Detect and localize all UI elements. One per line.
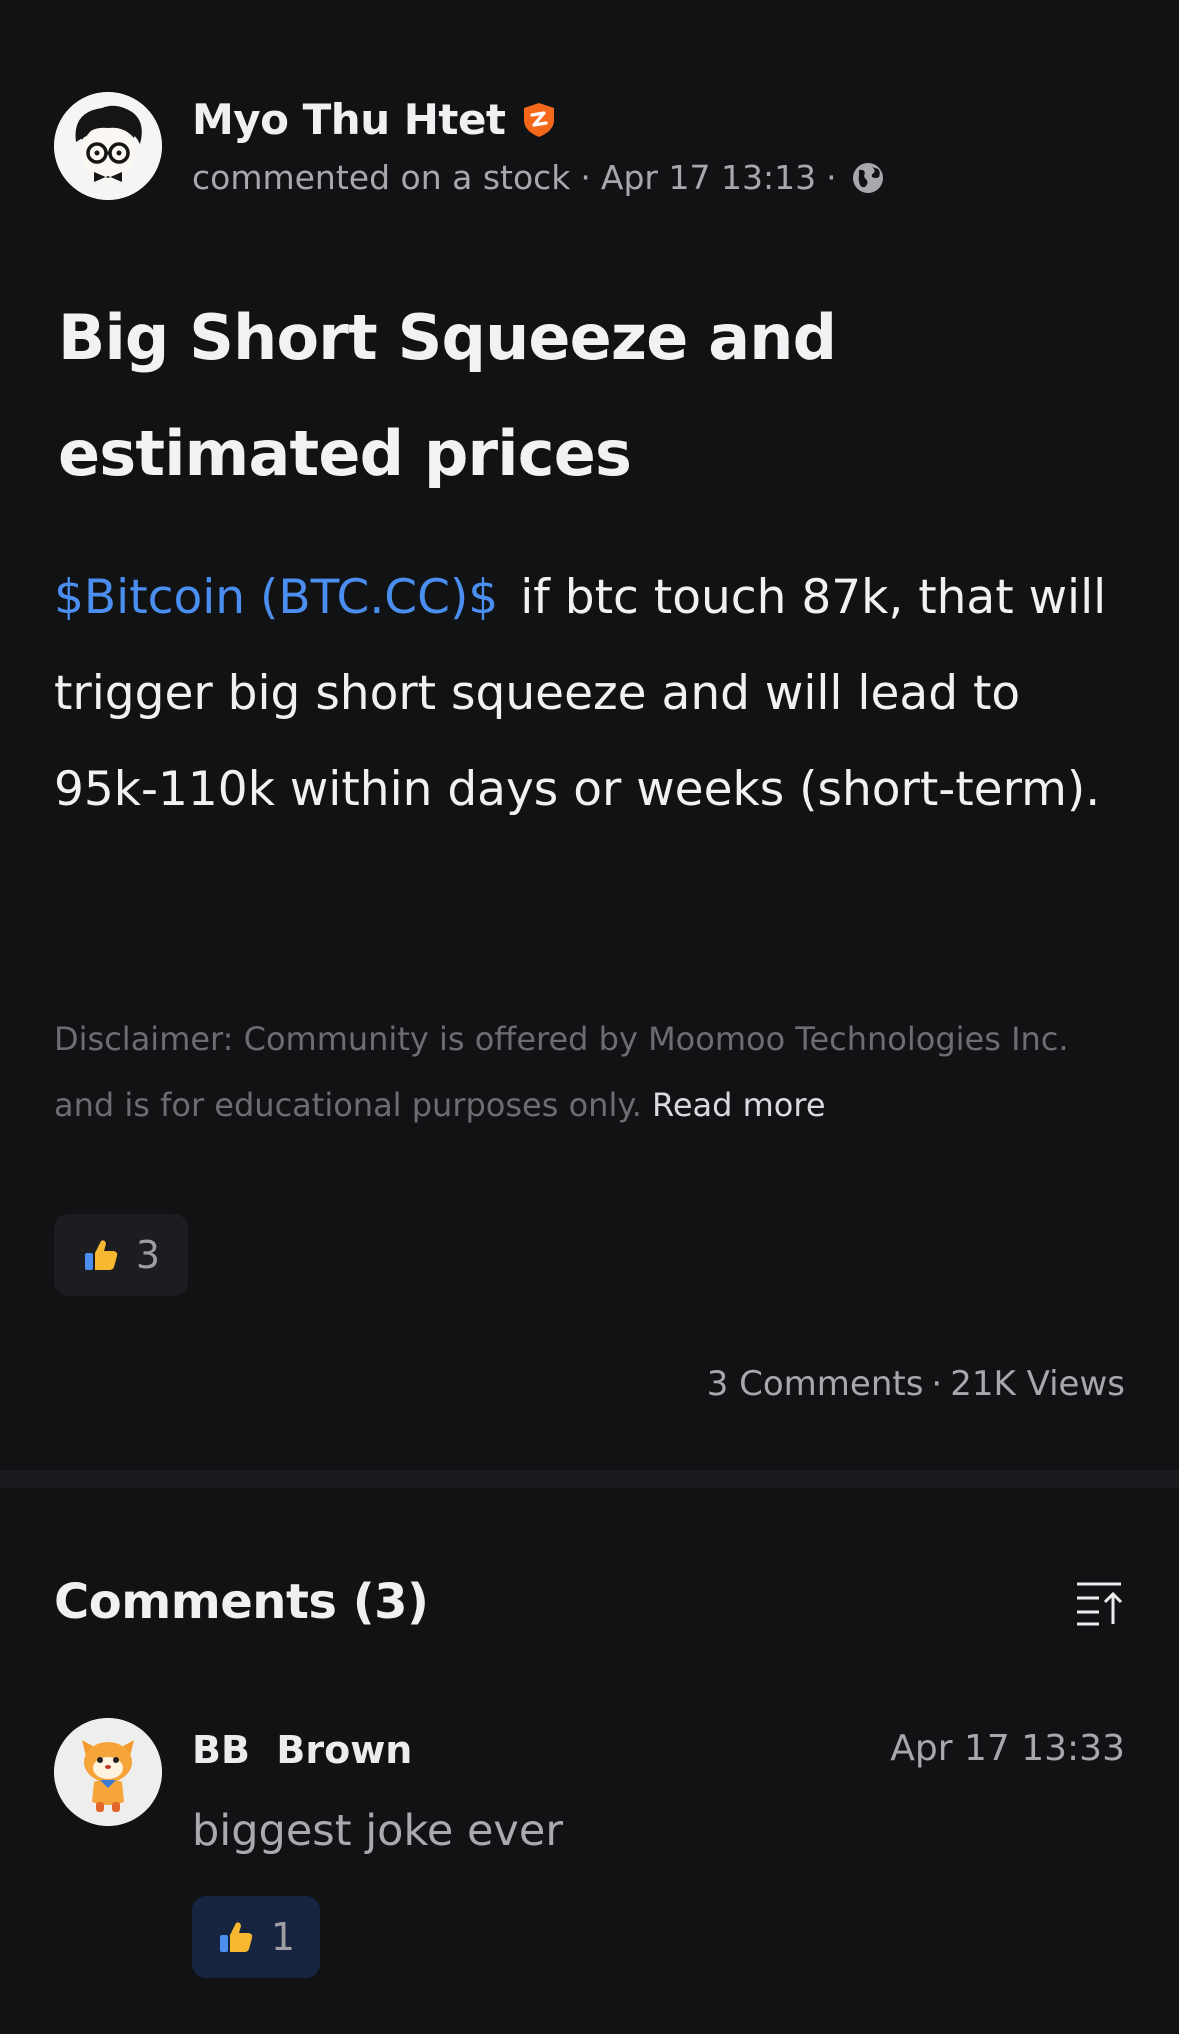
meta-separator: ·: [580, 158, 591, 197]
post-stats: 3 Comments · 21K Views: [707, 1364, 1125, 1404]
author-meta: Myo Thu Htet commented on a stock · Apr …: [192, 95, 885, 197]
sort-icon[interactable]: [1073, 1576, 1125, 1628]
comment-like-count: 1: [270, 1915, 296, 1959]
post-body: $Bitcoin (BTC.CC)$ if btc touch 87k, that…: [54, 550, 1134, 838]
globe-icon: [851, 161, 885, 195]
like-count: 3: [135, 1233, 161, 1277]
author-avatar[interactable]: [54, 92, 162, 200]
view-count: 21K Views: [950, 1364, 1125, 1404]
thumbs-up-icon: [82, 1236, 120, 1274]
comment-avatar[interactable]: [54, 1718, 162, 1826]
stats-separator: ·: [931, 1364, 943, 1404]
ticker-link[interactable]: $Bitcoin (BTC.CC)$: [54, 570, 498, 625]
meta-separator: ·: [826, 158, 837, 197]
post-meta: commented on a stock · Apr 17 13:13 ·: [192, 158, 885, 197]
comment-count[interactable]: 3 Comments: [707, 1364, 924, 1404]
cartoon-glasses-avatar-icon: [54, 92, 162, 200]
section-divider: [0, 1470, 1179, 1488]
comments-header: Comments (3): [54, 1574, 1125, 1630]
comment-time: Apr 17 13:33: [890, 1728, 1125, 1769]
author-row: Myo Thu Htet commented on a stock · Apr …: [54, 92, 885, 200]
author-name[interactable]: Myo Thu Htet: [192, 95, 506, 144]
mascot-avatar-icon: [54, 1718, 162, 1826]
thumbs-up-icon: [217, 1918, 255, 1956]
read-more-link[interactable]: Read more: [652, 1086, 825, 1124]
comment-like-button[interactable]: 1: [192, 1896, 320, 1978]
post-time: Apr 17 13:13: [600, 158, 817, 197]
comments-title: Comments (3): [54, 1574, 429, 1630]
post-action: commented on a stock: [192, 158, 571, 197]
like-button[interactable]: 3: [54, 1214, 188, 1296]
verified-badge-icon: [520, 101, 558, 139]
author-name-line: Myo Thu Htet: [192, 95, 885, 144]
disclaimer: Disclaimer: Community is offered by Moom…: [54, 1006, 1134, 1138]
post-title: Big Short Squeeze and estimated prices: [58, 301, 837, 490]
comment-text: biggest joke ever: [192, 1806, 564, 1856]
disclaimer-text: Disclaimer: Community is offered by Moom…: [54, 1020, 1069, 1124]
comment-author[interactable]: BB Brown: [192, 1728, 412, 1772]
